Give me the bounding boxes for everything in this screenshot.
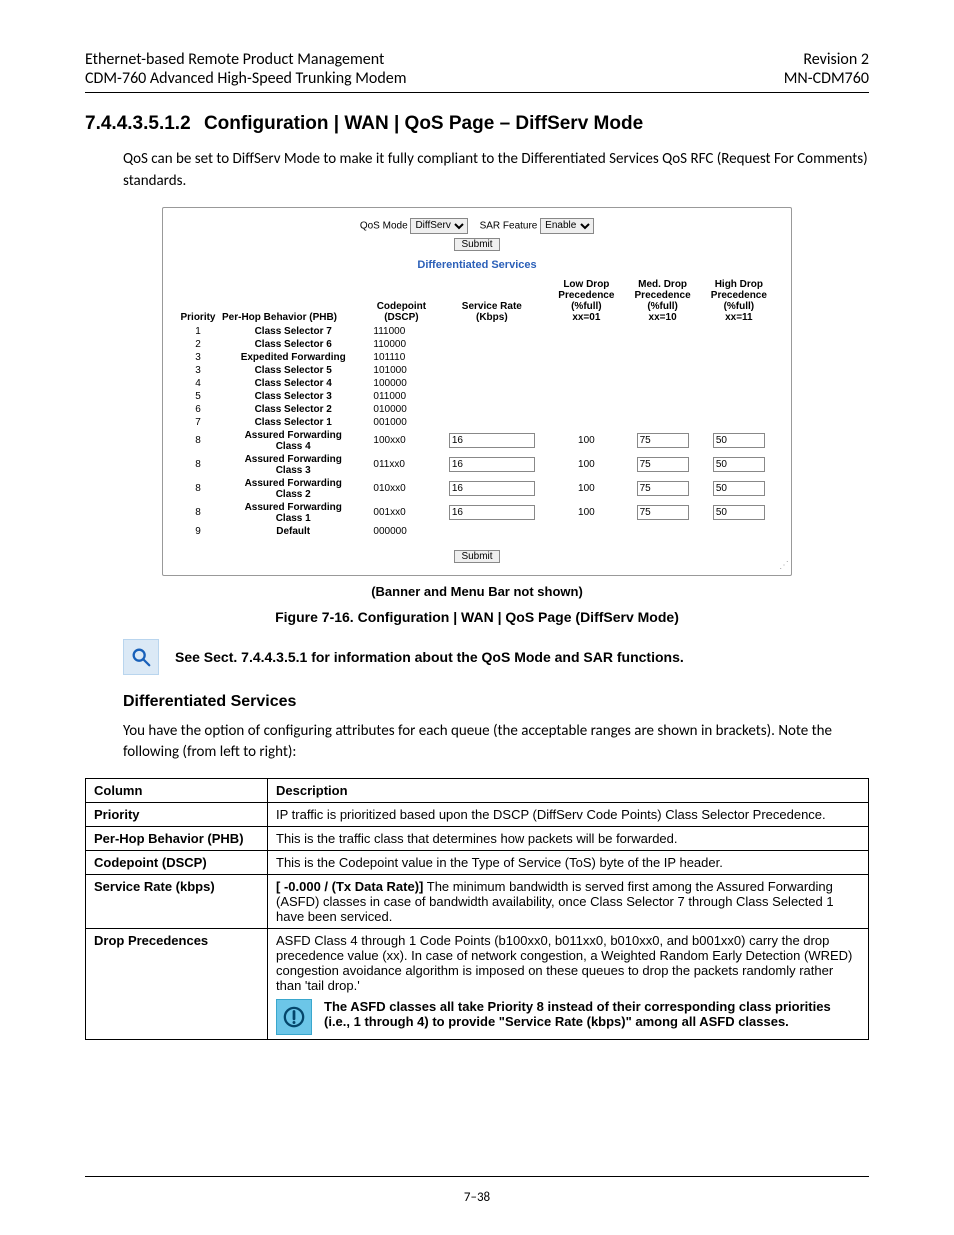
header-rule bbox=[85, 92, 869, 93]
table-row: 7Class Selector 1001000 bbox=[177, 416, 777, 429]
th-phb: Per-Hop Behavior (PHB) bbox=[219, 277, 367, 325]
service-rate-input[interactable] bbox=[449, 505, 535, 520]
ds-title: Differentiated Services bbox=[177, 259, 777, 271]
see-note-text: See Sect. 7.4.4.3.5.1 for information ab… bbox=[175, 649, 684, 665]
hdr-right-2: MN-CDM760 bbox=[784, 69, 869, 88]
section-number: 7.4.4.3.5.1.2 bbox=[85, 113, 191, 134]
running-header: Ethernet-based Remote Product Management… bbox=[85, 50, 869, 69]
magnifier-icon bbox=[123, 639, 159, 675]
med-drop-input[interactable] bbox=[637, 457, 689, 472]
footer-rule bbox=[85, 1176, 869, 1177]
table-row: 8Assured ForwardingClass 3011xx0100 bbox=[177, 453, 777, 477]
alert-icon bbox=[276, 999, 312, 1035]
high-drop-input[interactable] bbox=[713, 457, 765, 472]
sar-feature-select[interactable]: Enable bbox=[540, 218, 594, 234]
sub-body: You have the option of configuring attri… bbox=[85, 721, 869, 765]
th-low: Low DropPrecedence(%full)xx=01 bbox=[548, 277, 624, 325]
alert-text: The ASFD classes all take Priority 8 ins… bbox=[324, 999, 860, 1029]
table-row: 9Default000000 bbox=[177, 525, 777, 538]
table-row: Service Rate (kbps) [ -0.000 / (Tx Data … bbox=[86, 875, 869, 929]
table-row: 3Expedited Forwarding101110 bbox=[177, 351, 777, 364]
qos-mode-label: QoS Mode bbox=[360, 220, 408, 231]
sar-feature-label: SAR Feature bbox=[480, 220, 538, 231]
desc-h1: Column bbox=[86, 779, 268, 803]
table-row: Per-Hop Behavior (PHB) This is the traff… bbox=[86, 827, 869, 851]
section-heading: 7.4.4.3.5.1.2 Configuration | WAN | QoS … bbox=[85, 113, 869, 135]
th-rate: Service Rate(Kbps) bbox=[435, 277, 548, 325]
med-drop-input[interactable] bbox=[637, 481, 689, 496]
table-row: 5Class Selector 3011000 bbox=[177, 390, 777, 403]
hdr-left-2: CDM-760 Advanced High-Speed Trunking Mod… bbox=[85, 69, 407, 88]
table-row: 3Class Selector 5101000 bbox=[177, 364, 777, 377]
banner-note: (Banner and Menu Bar not shown) bbox=[85, 584, 869, 599]
table-row: Codepoint (DSCP) This is the Codepoint v… bbox=[86, 851, 869, 875]
service-rate-input[interactable] bbox=[449, 481, 535, 496]
service-rate-input[interactable] bbox=[449, 457, 535, 472]
sub-heading: Differentiated Services bbox=[123, 693, 869, 711]
description-table: Column Description Priority IP traffic i… bbox=[85, 778, 869, 1040]
service-rate-input[interactable] bbox=[449, 433, 535, 448]
desc-h2: Description bbox=[268, 779, 869, 803]
table-row: 6Class Selector 2010000 bbox=[177, 403, 777, 416]
submit-button-top[interactable]: Submit bbox=[454, 238, 499, 251]
med-drop-input[interactable] bbox=[637, 433, 689, 448]
qos-screenshot-panel: QoS Mode DiffServ SAR Feature Enable Sub… bbox=[162, 207, 792, 576]
th-high: High DropPrecedence(%full)xx=11 bbox=[701, 277, 777, 325]
intro-paragraph: QoS can be set to DiffServ Mode to make … bbox=[85, 149, 869, 193]
table-row: 1Class Selector 7111000 bbox=[177, 325, 777, 338]
high-drop-input[interactable] bbox=[713, 505, 765, 520]
th-priority: Priority bbox=[177, 277, 219, 325]
drop-precedences-text: ASFD Class 4 through 1 Code Points (b100… bbox=[276, 933, 860, 993]
hdr-right-1: Revision 2 bbox=[803, 50, 869, 69]
hdr-left-1: Ethernet-based Remote Product Management bbox=[85, 50, 384, 69]
table-row: Drop Precedences ASFD Class 4 through 1 … bbox=[86, 929, 869, 1040]
running-header-2: CDM-760 Advanced High-Speed Trunking Mod… bbox=[85, 69, 869, 88]
see-note-row: See Sect. 7.4.4.3.5.1 for information ab… bbox=[123, 639, 869, 675]
th-med: Med. DropPrecedence(%full)xx=10 bbox=[624, 277, 700, 325]
diffserv-table: Priority Per-Hop Behavior (PHB) Codepoin… bbox=[177, 277, 777, 538]
table-row: 8Assured ForwardingClass 4100xx0100 bbox=[177, 429, 777, 453]
section-title: Configuration | WAN | QoS Page – DiffSer… bbox=[204, 113, 643, 134]
page-number: 7–38 bbox=[0, 1190, 954, 1205]
table-row: 8Assured ForwardingClass 1001xx0100 bbox=[177, 501, 777, 525]
resize-grip-icon: ⋰ bbox=[779, 563, 789, 573]
med-drop-input[interactable] bbox=[637, 505, 689, 520]
high-drop-input[interactable] bbox=[713, 433, 765, 448]
table-row: 4Class Selector 4100000 bbox=[177, 377, 777, 390]
high-drop-input[interactable] bbox=[713, 481, 765, 496]
table-row: Priority IP traffic is prioritized based… bbox=[86, 803, 869, 827]
figure-caption: Figure 7-16. Configuration | WAN | QoS P… bbox=[85, 609, 869, 625]
qos-mode-select[interactable]: DiffServ bbox=[410, 218, 468, 234]
table-row: 8Assured ForwardingClass 2010xx0100 bbox=[177, 477, 777, 501]
submit-button-bottom[interactable]: Submit bbox=[454, 550, 499, 563]
table-row: 2Class Selector 6110000 bbox=[177, 338, 777, 351]
th-dscp: Codepoint(DSCP) bbox=[367, 277, 435, 325]
